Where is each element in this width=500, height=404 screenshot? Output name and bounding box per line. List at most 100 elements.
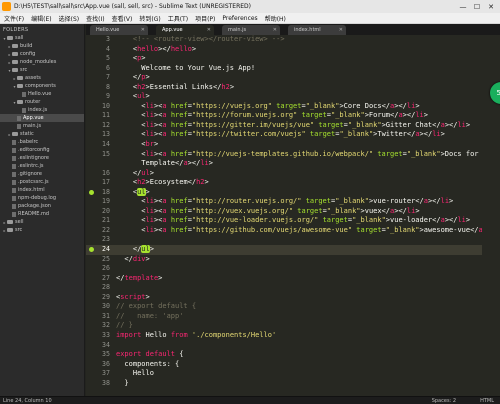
token-text: > (149, 245, 154, 254)
code-line[interactable]: } (116, 379, 500, 389)
code-line[interactable]: <!-- <router-view></router-view> --> (116, 35, 500, 45)
sidebar-folder[interactable]: ▾ sall (0, 34, 84, 42)
sidebar-file[interactable]: index.html (0, 186, 84, 194)
line-number-gutter: 3 4 5 6 7 8 9 10 11 12 13 14 15 16 17 18 19 20 21 22 23 24 25 2… (86, 35, 116, 396)
sidebar-file[interactable]: .postcssrc.js (0, 178, 84, 186)
sidebar-file[interactable]: index.js (0, 106, 84, 114)
syntax-selector[interactable]: HTML (480, 398, 494, 404)
menu-goto[interactable]: 转到(G) (139, 14, 160, 23)
code-line[interactable]: <li><a href="http://vuex.vuejs.org/" tar… (116, 207, 500, 217)
code-editor[interactable]: 3 4 5 6 7 8 9 10 11 12 13 14 15 16 17 18 19 20 21 22 23 24 25 2… (86, 35, 500, 396)
close-icon[interactable]: ✕ (207, 27, 211, 33)
code-line[interactable]: </ul> (116, 169, 500, 179)
code-line[interactable]: export default { (116, 350, 500, 360)
code-line[interactable]: components: { (116, 360, 500, 370)
code-line[interactable]: <ul> (116, 92, 500, 102)
sidebar-folder[interactable]: ▸ src (0, 226, 84, 234)
menu-bar: 文件(F) 编辑(E) 选择(S) 查找(I) 查看(V) 转到(G) 工具(T… (0, 13, 500, 24)
tab-app-vue[interactable]: App.vue ✕ (156, 25, 214, 35)
code-line[interactable]: <ul> (116, 187, 500, 198)
maximize-button[interactable]: ☐ (470, 1, 484, 12)
code-line[interactable]: <li><a href="https://github.com/vuejs/aw… (116, 226, 500, 236)
sublime-app-icon (2, 2, 11, 11)
code-line[interactable]: <li><a href="http://vue-loader.vuejs.org… (116, 216, 500, 226)
code-line[interactable]: // } (116, 321, 500, 331)
code-line[interactable]: <li><a href="http://vuejs-templates.gith… (116, 150, 500, 160)
token-attr: target (297, 206, 323, 215)
folder-icon (12, 60, 18, 64)
token-attr: target (305, 197, 331, 206)
code-line[interactable]: <hello></hello> (116, 45, 500, 55)
menu-preferences[interactable]: Preferences (222, 15, 257, 22)
sidebar-folder[interactable]: ▸ node_modules (0, 58, 84, 66)
sidebar-folder[interactable]: ▸ config (0, 50, 84, 58)
close-icon[interactable]: ✕ (273, 27, 277, 33)
sidebar-file[interactable]: App.vue (0, 114, 84, 122)
sidebar-folder[interactable]: ▾ components (0, 82, 84, 90)
sidebar-file[interactable]: npm-debug.log (0, 194, 84, 202)
sidebar-file[interactable]: .eslintrc.js (0, 162, 84, 170)
code-line[interactable]: <p> (116, 54, 500, 64)
code-line[interactable]: </template> (116, 274, 500, 284)
code-line[interactable]: import Hello from './components/Hello' (116, 331, 500, 341)
code-line[interactable] (116, 264, 500, 274)
code-area[interactable]: <!-- <router-view></router-view> --> <he… (116, 35, 500, 388)
code-line[interactable]: Template</a></li> (116, 159, 500, 169)
sidebar-file[interactable]: README.md (0, 210, 84, 218)
sidebar-file[interactable]: main.js (0, 122, 84, 130)
sidebar-folder[interactable]: ▾ router (0, 98, 84, 106)
code-line[interactable]: Welcome to Your Vue.js App! (116, 64, 500, 74)
minimize-button[interactable]: — (456, 1, 470, 12)
sidebar-file[interactable]: package.json (0, 202, 84, 210)
code-line[interactable]: <h2>Ecosystem</h2> (116, 178, 500, 188)
code-line[interactable] (116, 341, 500, 351)
window-controls: — ☐ ✕ (456, 1, 498, 12)
token-tag: script (120, 292, 146, 301)
sidebar-file[interactable]: .babelrc (0, 138, 84, 146)
sidebar-file[interactable]: Hello.vue (0, 90, 84, 98)
tab-main-js[interactable]: main.js ✕ (222, 25, 280, 35)
menu-file[interactable]: 文件(F) (4, 14, 24, 23)
code-line[interactable]: <li><a href="https://vuejs.org" target="… (116, 102, 500, 112)
code-line[interactable] (116, 283, 500, 293)
close-icon[interactable]: ✕ (339, 27, 343, 33)
token-tag: hello (137, 44, 159, 53)
code-line[interactable]: </div> (116, 255, 500, 265)
sidebar-folder[interactable]: ▸ sell (0, 218, 84, 226)
code-line[interactable]: </p> (116, 73, 500, 83)
tree-item-label: router (25, 99, 41, 105)
code-line[interactable]: Hello (116, 369, 500, 379)
code-line[interactable]: </ul> (116, 245, 500, 255)
menu-project[interactable]: 项目(P) (195, 14, 215, 23)
menu-edit[interactable]: 编辑(E) (31, 14, 51, 23)
code-line[interactable]: <h2>Essential Links</h2> (116, 83, 500, 93)
sidebar-folder[interactable]: ▸ build (0, 42, 84, 50)
close-button[interactable]: ✕ (484, 1, 498, 12)
indentation-setting[interactable]: Spaces: 2 (432, 398, 456, 404)
token-text: </ (116, 245, 142, 254)
menu-selection[interactable]: 选择(S) (59, 14, 80, 23)
tab-hello-vue[interactable]: Hello.vue ✕ (90, 25, 148, 35)
code-line[interactable]: // export default { (116, 302, 500, 312)
code-line[interactable]: <li><a href="https://gitter.im/vuejs/vue… (116, 121, 500, 131)
code-line[interactable]: <li><a href="https://twitter.com/vuejs" … (116, 130, 500, 140)
code-line[interactable] (116, 235, 500, 245)
tab-index-html[interactable]: index.html ✕ (288, 25, 346, 35)
menu-help[interactable]: 帮助(H) (265, 14, 286, 23)
sidebar-folder[interactable]: ▸ static (0, 130, 84, 138)
code-line[interactable]: <li><a href="http://router.vuejs.org/" t… (116, 197, 500, 207)
menu-view[interactable]: 查看(V) (112, 14, 133, 23)
sidebar-folder[interactable]: ▾ src (0, 66, 84, 74)
code-line[interactable]: // name: 'app' (116, 312, 500, 322)
sidebar-file[interactable]: .eslintignore (0, 154, 84, 162)
menu-tools[interactable]: 工具(T) (168, 14, 188, 23)
token-text: < (116, 92, 138, 101)
sidebar-file[interactable]: .gitignore (0, 170, 84, 178)
menu-find[interactable]: 查找(I) (86, 14, 104, 23)
code-line[interactable]: <script> (116, 293, 500, 303)
code-line[interactable]: <li><a href="https://forum.vuejs.org" ta… (116, 111, 500, 121)
code-line[interactable]: <br> (116, 140, 500, 150)
sidebar-file[interactable]: .editorconfig (0, 146, 84, 154)
sidebar-folder[interactable]: ▸ assets (0, 74, 84, 82)
close-icon[interactable]: ✕ (141, 27, 145, 33)
